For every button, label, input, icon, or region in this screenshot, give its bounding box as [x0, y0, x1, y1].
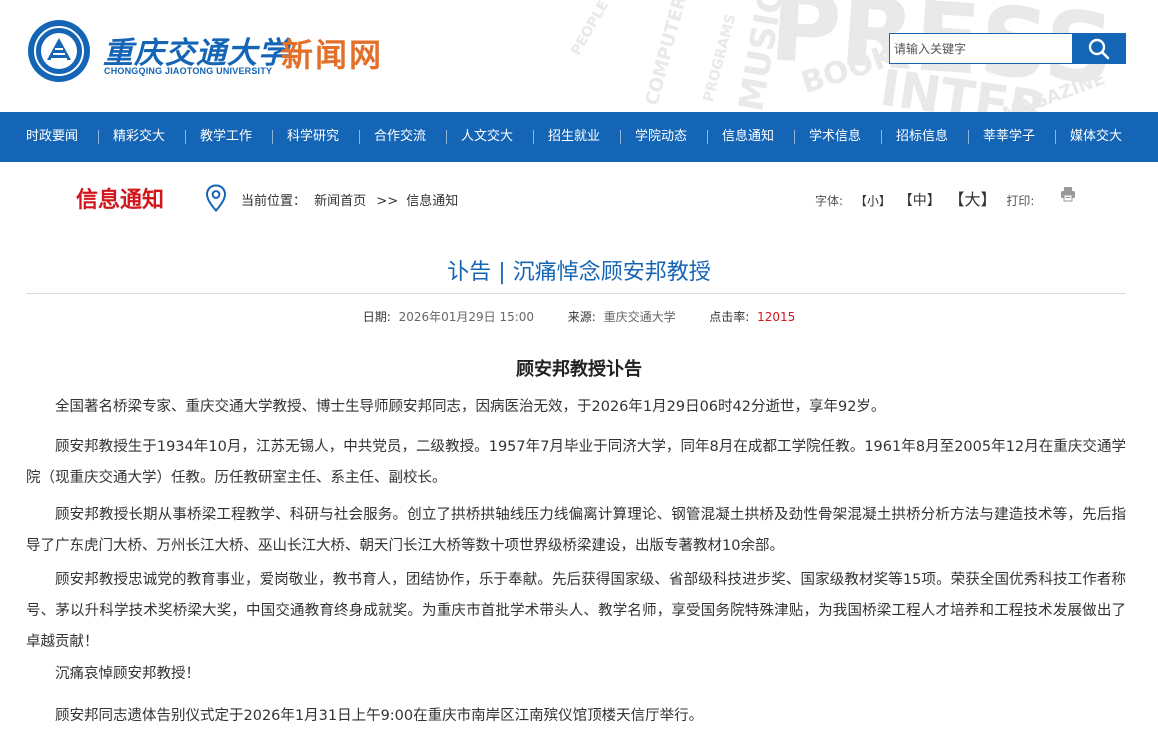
site-name[interactable]: 新闻网 [281, 30, 383, 76]
nav-item-notices[interactable]: 信息通知 [722, 112, 774, 162]
article-paragraph: 顾安邦教授忠诚党的教育事业，爱岗敬业，教书育人，团结协作，乐于奉献。先后获得国家… [26, 572, 1126, 650]
nav-item-media[interactable]: 媒体交大 [1070, 112, 1122, 162]
search-input[interactable] [890, 34, 1071, 63]
nav-item-teaching[interactable]: 教学工作 [200, 112, 252, 162]
article-tools: 字体: 【小】 【中】 【大】 打印: [815, 186, 1034, 210]
seal-stripe [55, 48, 63, 50]
article-meta: 日期: 2026年01月29日 15:00 来源: 重庆交通大学 点击率: 12… [0, 308, 1158, 325]
font-size-large-button[interactable]: 【大】 [949, 190, 997, 209]
article-paragraph: 顾安邦教授生于1934年10月，江苏无锡人，中共党员，二级教授。1957年7月毕… [26, 439, 1126, 486]
nav-item-academic[interactable]: 学术信息 [809, 112, 861, 162]
university-name-en: CHONGQING JIAOTONG UNIVERSITY [104, 66, 273, 76]
title-divider [26, 293, 1126, 294]
nav-divider [185, 130, 186, 144]
source-value: 重庆交通大学 [603, 310, 676, 324]
nav-item-colleges[interactable]: 学院动态 [635, 112, 687, 162]
breadcrumb-separator: >> [376, 194, 399, 209]
nav-divider [881, 130, 882, 144]
nav-divider [272, 130, 273, 144]
date-value: 2026年01月29日 15:00 [398, 310, 535, 324]
nav-divider [794, 130, 795, 144]
nav-item-students[interactable]: 莘莘学子 [983, 112, 1035, 162]
section-title: 信息通知 [76, 188, 165, 213]
font-size-medium-button[interactable]: 【中】 [899, 193, 941, 209]
seal-stripe [51, 58, 67, 60]
nav-divider [359, 130, 360, 144]
nav-divider [1055, 130, 1056, 144]
university-seal-logo[interactable] [28, 20, 90, 82]
article-paragraph: 沉痛哀悼顾安邦教授！ [55, 666, 200, 682]
nav-divider [968, 130, 969, 144]
search-button[interactable] [1072, 34, 1126, 63]
hits-label: 点击率: [709, 310, 750, 324]
nav-divider [620, 130, 621, 144]
article-title: 讣告 | 沉痛悼念顾安邦教授 [447, 260, 711, 285]
printer-icon[interactable] [1060, 186, 1076, 202]
site-header: PRESS BOOK INTER MUSIC MAGAZINE COMPUTER… [0, 0, 1158, 112]
breadcrumb-label: 当前位置： [241, 194, 307, 209]
nav-item-research[interactable]: 科学研究 [287, 112, 339, 162]
article-paragraph: 全国著名桥梁专家、重庆交通大学教授、博士生导师顾安邦同志，因病医治无效，于202… [55, 399, 886, 415]
main-nav: 时政要闻 精彩交大 教学工作 科学研究 合作交流 人文交大 招生就业 学院动态 … [0, 112, 1158, 162]
article-paragraph: 顾安邦同志遗体告别仪式定于2026年1月31日上午9:00在重庆市南岸区江南殡仪… [55, 708, 704, 724]
hits-count: 12015 [757, 310, 796, 324]
article-paragraph: 顾安邦教授长期从事桥梁工程教学、科研与社会服务。创立了拱桥拱轴线压力线偏离计算理… [26, 507, 1126, 554]
font-size-label: 字体: [815, 194, 844, 208]
nav-item-news[interactable]: 时政要闻 [26, 112, 78, 162]
nav-item-tenders[interactable]: 招标信息 [896, 112, 948, 162]
print-label: 打印: [1006, 194, 1035, 208]
nav-divider [98, 130, 99, 144]
source-label: 来源: [567, 310, 596, 324]
breadcrumb-current-link[interactable]: 信息通知 [406, 194, 458, 209]
location-pin-icon [205, 184, 227, 212]
nav-item-cooperation[interactable]: 合作交流 [374, 112, 426, 162]
search-icon [1088, 38, 1110, 60]
bg-word: PEOPLE [568, 0, 613, 59]
breadcrumb-home-link[interactable]: 新闻首页 [314, 194, 366, 209]
nav-divider [533, 130, 534, 144]
font-size-small-button[interactable]: 【小】 [855, 194, 891, 208]
seal-stripe [53, 53, 65, 55]
nav-divider [707, 130, 708, 144]
nav-item-admissions[interactable]: 招生就业 [548, 112, 600, 162]
nav-item-highlights[interactable]: 精彩交大 [113, 112, 165, 162]
bg-word: COMPUTER [641, 0, 692, 108]
search-box [889, 33, 1126, 64]
content-heading: 顾安邦教授讣告 [516, 359, 642, 380]
nav-item-culture[interactable]: 人文交大 [461, 112, 513, 162]
date-label: 日期: [362, 310, 391, 324]
breadcrumb: 当前位置： 新闻首页 >> 信息通知 [241, 190, 458, 209]
nav-divider [446, 130, 447, 144]
